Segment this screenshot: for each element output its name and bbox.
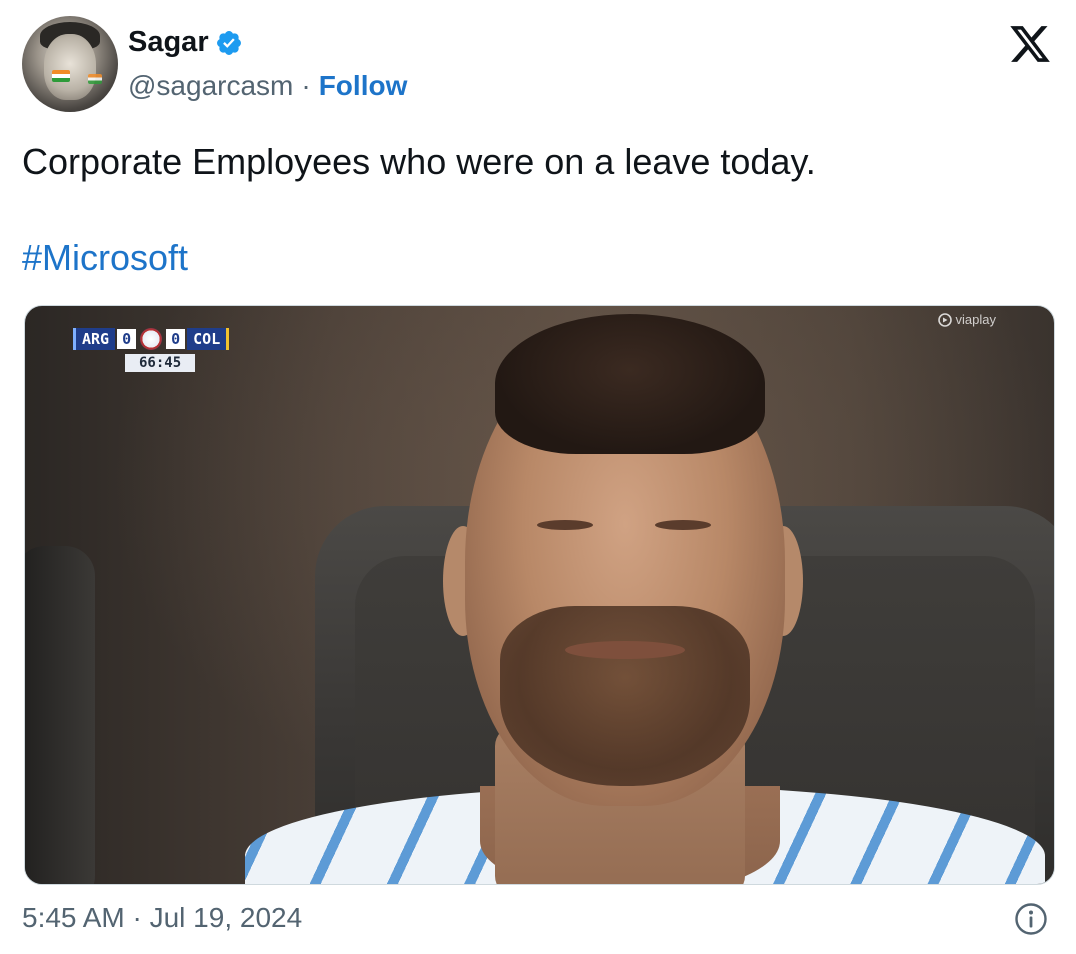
- author-handle[interactable]: @sagarcasm: [128, 70, 293, 102]
- follow-button[interactable]: Follow: [319, 70, 408, 102]
- author-handle-row: @sagarcasm · Follow: [128, 70, 407, 102]
- home-team: ARG: [73, 328, 116, 350]
- broadcaster-watermark: viaplay: [937, 312, 996, 327]
- tournament-logo-icon: [140, 328, 163, 350]
- away-team: COL: [187, 328, 230, 350]
- avatar[interactable]: [22, 16, 118, 112]
- viaplay-logo-icon: [937, 312, 952, 327]
- tweet-text: Corporate Employees who were on a leave …: [22, 141, 816, 182]
- seat-left: [25, 546, 95, 884]
- hashtag-link[interactable]: #Microsoft: [22, 236, 188, 280]
- tweet-timestamp[interactable]: 5:45 AM · Jul 19, 2024: [22, 902, 302, 934]
- home-score: 0: [117, 329, 137, 349]
- x-logo-icon[interactable]: [1006, 22, 1054, 66]
- scorebug: ARG 0 0 COL: [73, 328, 230, 350]
- separator-dot: ·: [301, 70, 311, 101]
- author-name-row: Sagar: [128, 26, 243, 59]
- away-score: 0: [166, 329, 186, 349]
- info-icon[interactable]: [1014, 902, 1048, 936]
- author-name[interactable]: Sagar: [128, 26, 209, 59]
- verified-badge-icon: [216, 30, 241, 55]
- watermark-text: viaplay: [955, 312, 996, 327]
- match-clock: 66:45: [125, 354, 196, 372]
- tweet-media-image[interactable]: ARG 0 0 COL 66:45 viaplay: [24, 305, 1055, 885]
